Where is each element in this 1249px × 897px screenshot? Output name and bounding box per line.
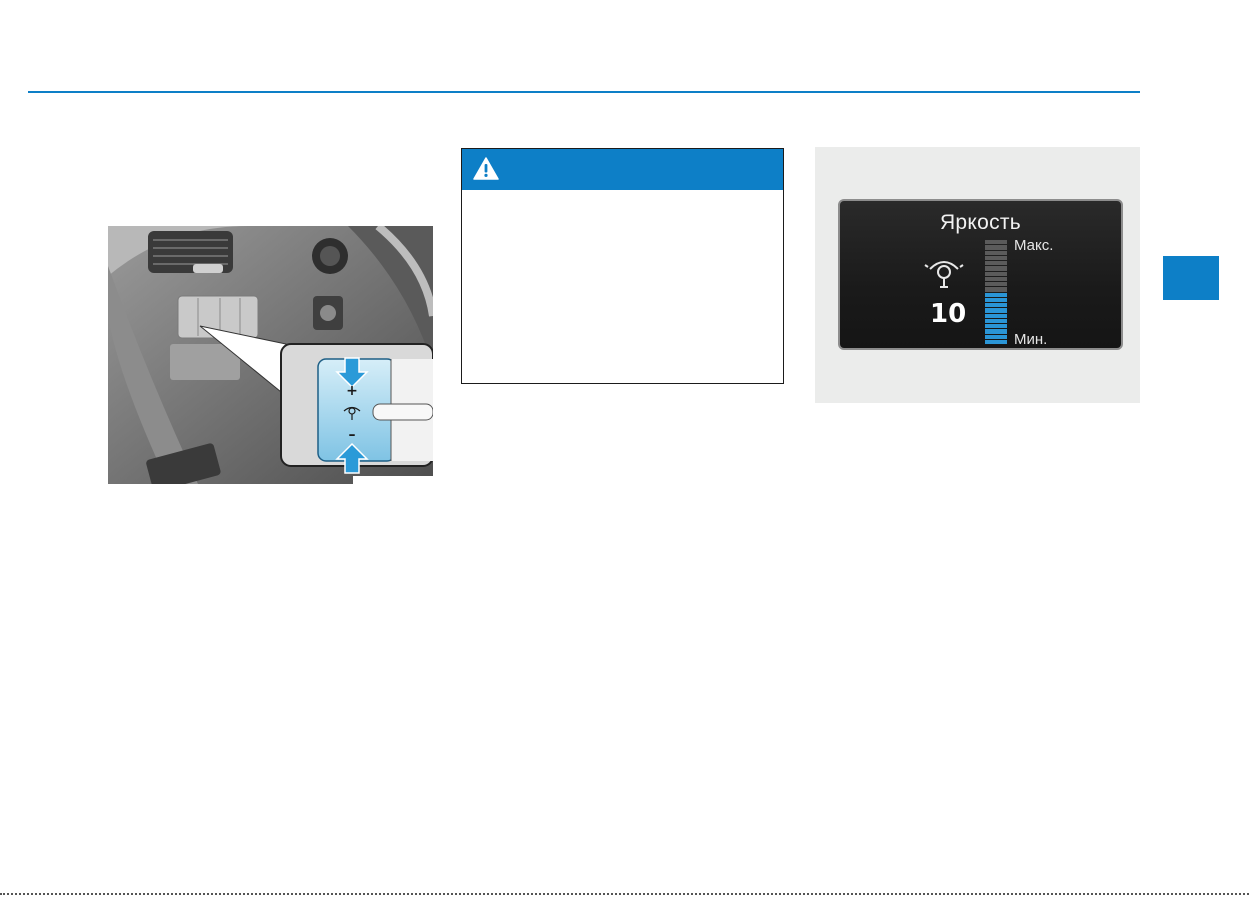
brightness-segment (985, 276, 1007, 281)
brightness-segment (985, 261, 1007, 266)
brightness-segment (985, 303, 1007, 308)
chapter-tab (1163, 256, 1219, 300)
dashboard-illustration: + – (108, 226, 433, 484)
min-label: Мин. (1014, 331, 1048, 348)
brightness-segment (985, 266, 1007, 271)
screen-title: Яркость (939, 211, 1022, 234)
warning-header (462, 149, 783, 190)
warning-triangle-icon (473, 157, 499, 180)
brightness-segment (985, 282, 1007, 287)
brightness-segment (985, 240, 1007, 245)
brightness-segment (985, 334, 1007, 339)
minus-label: – (349, 427, 356, 443)
brightness-segment (985, 339, 1007, 344)
brightness-bar (985, 240, 1007, 344)
footer-rule (0, 893, 1249, 895)
brightness-segment (985, 329, 1007, 334)
brightness-segment (985, 271, 1007, 276)
bulb-icon (924, 261, 964, 288)
max-label: Макс. (1014, 237, 1054, 254)
warning-box (461, 148, 784, 384)
brightness-segment (985, 313, 1007, 318)
brightness-segment (985, 255, 1007, 260)
header-rule (28, 91, 1140, 93)
plus-label: + (346, 383, 358, 399)
brightness-segment (985, 324, 1007, 329)
brightness-segment (985, 318, 1007, 323)
brightness-panel: Яркость 10 Макс. Мин. (815, 147, 1140, 403)
brightness-segment (985, 297, 1007, 302)
cluster-screen: Яркость 10 Макс. Мин. (838, 199, 1123, 350)
brightness-segment (985, 245, 1007, 250)
brightness-value: 10 (930, 299, 967, 329)
brightness-segment (985, 250, 1007, 255)
brightness-segment (985, 292, 1007, 297)
brightness-segment (985, 287, 1007, 292)
brightness-segment (985, 308, 1007, 313)
